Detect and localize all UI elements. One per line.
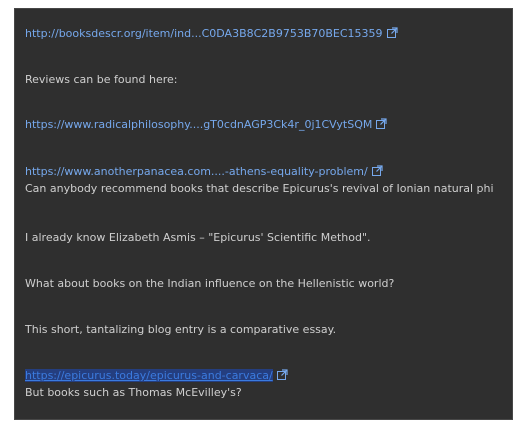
- asmis-text: I already know Elizabeth Asmis – "Epicur…: [25, 231, 371, 244]
- epicurus-today-link[interactable]: https://epicurus.today/epicurus-and-carv…: [25, 369, 273, 382]
- booksdescr-link[interactable]: http://booksdescr.org/item/ind...C0DA3B8…: [25, 27, 383, 40]
- link-row-epicurus-today: https://epicurus.today/epicurus-and-carv…: [25, 369, 288, 383]
- reviews-text: Reviews can be found here:: [25, 73, 178, 86]
- radicalphilosophy-link[interactable]: https://www.radicalphilosophy....gT0cdnA…: [25, 118, 372, 131]
- link-row-radicalphilosophy: https://www.radicalphilosophy....gT0cdnA…: [25, 118, 387, 132]
- external-link-icon[interactable]: [386, 27, 398, 38]
- link-row-booksdescr: http://booksdescr.org/item/ind...C0DA3B8…: [25, 27, 398, 41]
- blog-entry-text: This short, tantalizing blog entry is a …: [25, 323, 337, 336]
- external-link-icon[interactable]: [276, 369, 288, 380]
- epicurus-question: Can anybody recommend books that describ…: [25, 182, 494, 195]
- external-link-icon[interactable]: [376, 118, 387, 129]
- anotherpanacea-link[interactable]: https://www.anotherpanacea.com....-athen…: [25, 165, 368, 178]
- external-link-icon[interactable]: [371, 165, 383, 176]
- link-row-anotherpanacea: https://www.anotherpanacea.com....-athen…: [25, 165, 383, 179]
- message-panel: http://booksdescr.org/item/ind...C0DA3B8…: [14, 8, 513, 420]
- mcevilley-text: But books such as Thomas McEvilley's?: [25, 386, 242, 399]
- indian-influence-question: What about books on the Indian influence…: [25, 277, 395, 290]
